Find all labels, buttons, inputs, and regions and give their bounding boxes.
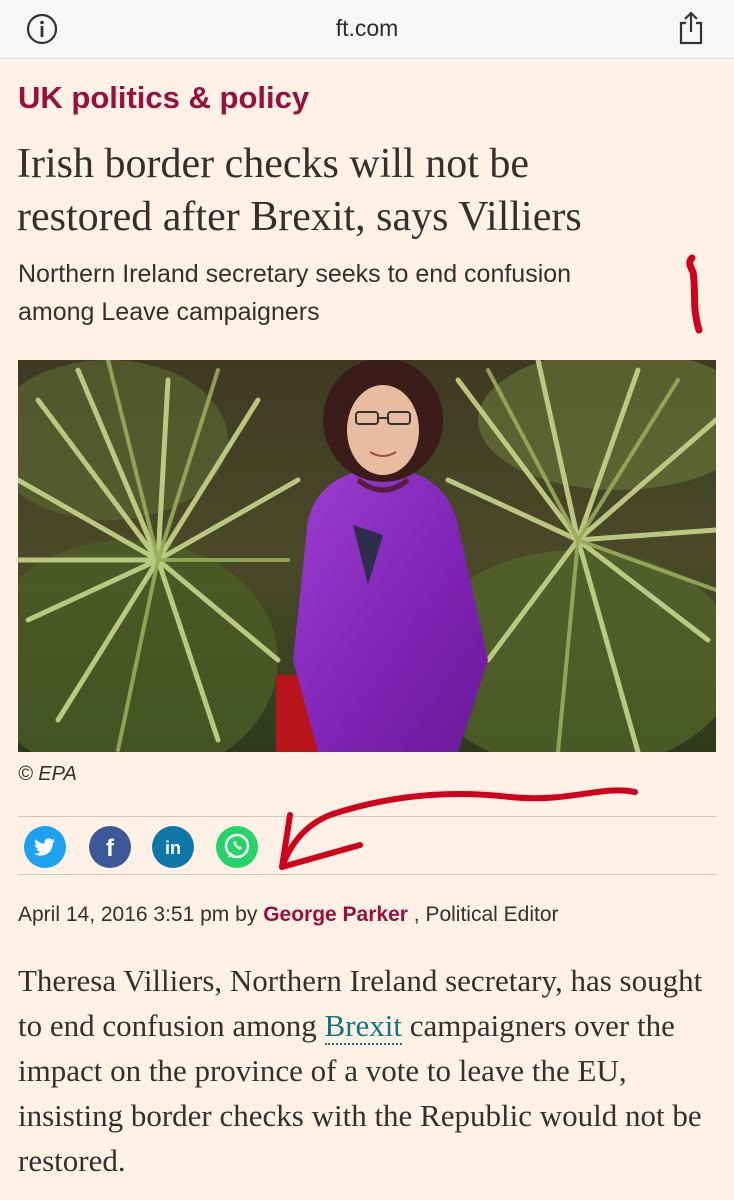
publish-date: April 14, 2016 3:51 pm (18, 903, 230, 926)
whatsapp-share-button[interactable] (216, 826, 258, 868)
article-byline: April 14, 2016 3:51 pm by George Parker … (18, 903, 559, 927)
article-headline: Irish border checks will not be restored… (17, 138, 707, 244)
twitter-share-button[interactable] (24, 826, 66, 868)
annotation-mark (678, 252, 708, 339)
url-bar[interactable]: ft.com (0, 15, 734, 42)
twitter-icon (34, 838, 55, 856)
facebook-share-button[interactable]: f (89, 826, 131, 868)
share-icon[interactable] (676, 10, 706, 46)
article-standfirst: Northern Ireland secretary seeks to end … (18, 255, 678, 331)
svg-text:in: in (165, 838, 181, 858)
annotation-arrow (270, 775, 650, 890)
author-link[interactable]: George Parker (263, 903, 408, 926)
author-role: , Political Editor (413, 903, 559, 926)
headline-line-1: Irish border checks will not be (17, 141, 530, 187)
linkedin-share-button[interactable]: in (152, 826, 194, 868)
photo-credit: © EPA (18, 763, 77, 785)
brexit-topic-link[interactable]: Brexit (324, 1008, 403, 1045)
headline-line-2: restored after Brexit, says Villiers (17, 194, 582, 240)
standfirst-line-1: Northern Ireland secretary seeks to end … (18, 260, 572, 288)
standfirst-line-2: among Leave campaigners (18, 298, 320, 326)
article-body: Theresa Villiers, Northern Ireland secre… (18, 958, 718, 1183)
linkedin-icon: in (165, 838, 181, 858)
section-link[interactable]: UK politics & policy (18, 80, 309, 116)
facebook-icon: f (106, 835, 115, 862)
article-photo (18, 360, 716, 752)
svg-text:f: f (106, 835, 115, 862)
byline-by: by (235, 903, 258, 926)
whatsapp-icon (224, 833, 250, 859)
browser-toolbar: ft.com (0, 0, 734, 59)
